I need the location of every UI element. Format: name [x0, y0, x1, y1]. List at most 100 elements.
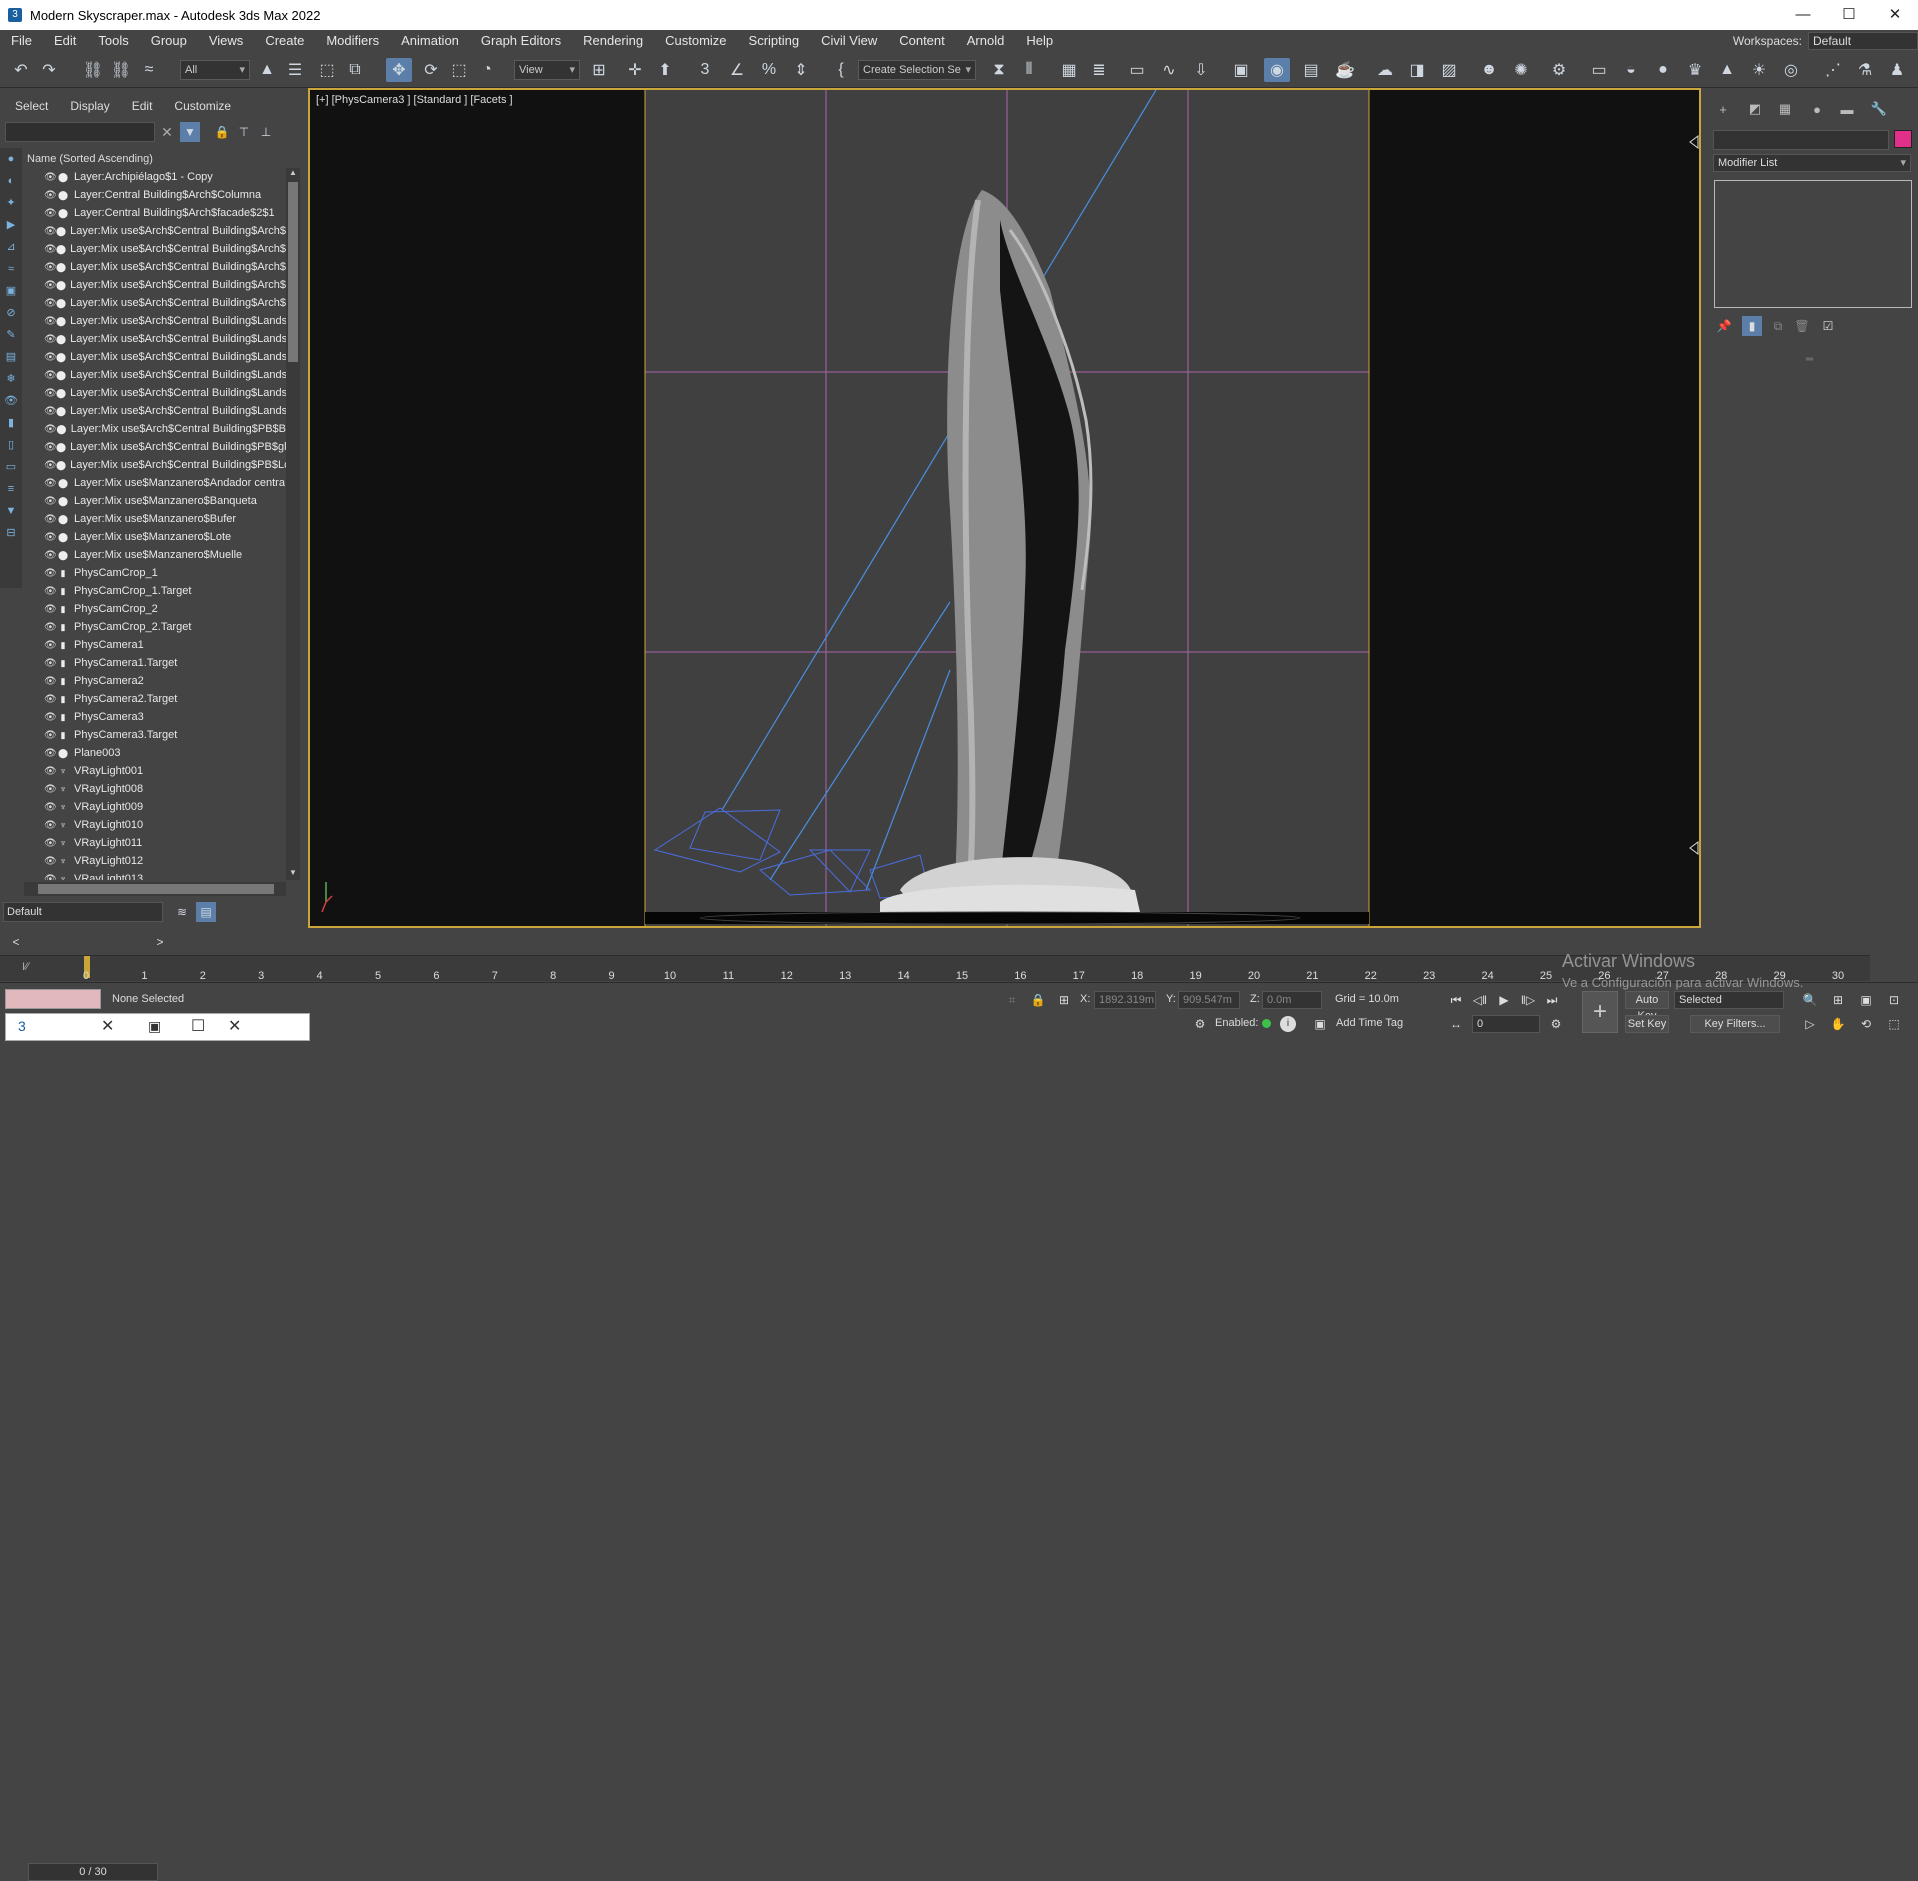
scene-explorer-icon[interactable]: ▦: [1056, 58, 1082, 82]
vray-scene-icon[interactable]: ♟: [1884, 58, 1910, 82]
add-time-tag[interactable]: Add Time Tag: [1336, 1017, 1403, 1029]
select-object-icon[interactable]: ▲: [254, 58, 280, 82]
hierarchy-icon[interactable]: ⊤: [234, 122, 254, 142]
list-item[interactable]: 👁 ▮ PhysCamCrop_1.Target: [24, 582, 286, 600]
render-production-icon[interactable]: ☁: [1372, 58, 1398, 82]
time-next-icon[interactable]: >: [150, 933, 170, 951]
list-item[interactable]: 👁 ⬤ Layer:Central Building$Arch$facade$2$1: [24, 204, 286, 222]
list-item[interactable]: 👁 ▮ PhysCamera3.Target: [24, 726, 286, 744]
explorer-column-header[interactable]: Name (Sorted Ascending): [24, 150, 289, 168]
hscroll-thumb[interactable]: [38, 884, 274, 894]
visibility-icon[interactable]: 👁: [44, 784, 57, 795]
isolate-selection-icon[interactable]: ⌗: [1002, 991, 1022, 1009]
visibility-icon[interactable]: 👁: [44, 478, 57, 489]
list-item[interactable]: 👁 ⬤ Layer:Mix use$Arch$Central Building$PB…: [24, 456, 286, 474]
reference-coordinate-dropdown[interactable]: View: [514, 60, 580, 80]
display-hidden-icon[interactable]: 👁: [0, 390, 22, 412]
menu-animation[interactable]: Animation: [390, 30, 470, 52]
explorer-tab-customize[interactable]: Customize: [159, 96, 238, 116]
select-by-name-icon[interactable]: ☰: [282, 58, 308, 82]
list-item[interactable]: 👁 ♆ VRayLight001: [24, 762, 286, 780]
named-selection-dropdown[interactable]: Create Selection Se: [858, 60, 976, 80]
selection-lock-icon[interactable]: 🔒: [1028, 991, 1048, 1009]
select-rotate-icon[interactable]: ⟳: [418, 58, 444, 82]
menu-tools[interactable]: Tools: [87, 30, 139, 52]
play-icon[interactable]: ▶: [1494, 991, 1514, 1009]
close-button[interactable]: ✕: [1872, 0, 1918, 30]
explorer-vertical-scrollbar[interactable]: ▲ ▼: [286, 168, 300, 880]
key-filters-button[interactable]: Key Filters...: [1690, 1015, 1780, 1033]
list-item[interactable]: 👁 ⬤ Layer:Mix use$Manzanero$Muelle: [24, 546, 286, 564]
render-frame-window-icon[interactable]: ▨: [1436, 58, 1462, 82]
rectangular-selection-icon[interactable]: ⬚: [314, 58, 340, 82]
menu-content[interactable]: Content: [888, 30, 956, 52]
menu-rendering[interactable]: Rendering: [572, 30, 654, 52]
list-item[interactable]: 👁 ▮ PhysCamera3: [24, 708, 286, 726]
visibility-icon[interactable]: 👁: [44, 370, 57, 381]
zoom-extents-all-icon[interactable]: ⊡: [1884, 991, 1904, 1009]
menu-modifiers[interactable]: Modifiers: [315, 30, 390, 52]
scroll-thumb[interactable]: [288, 182, 298, 362]
material-editor-icon[interactable]: ◉: [1264, 58, 1290, 82]
list-item[interactable]: 👁 ⬤ Layer:Central Building$Arch$Columna: [24, 186, 286, 204]
hierarchy-tab-icon[interactable]: ▦: [1774, 98, 1796, 120]
list-item[interactable]: 👁 ⬤ Layer:Mix use$Arch$Central Building$La…: [24, 384, 286, 402]
rendered-frame-icon[interactable]: ☕: [1332, 58, 1358, 82]
layer-hierarchy-icon[interactable]: ⊥: [256, 122, 276, 142]
window-crossing-icon[interactable]: ⧉: [342, 58, 368, 82]
selection-filter-dropdown[interactable]: All: [180, 60, 250, 80]
y-coordinate-field[interactable]: 909.547m: [1178, 991, 1240, 1009]
visibility-icon[interactable]: 👁: [44, 532, 57, 543]
info-icon[interactable]: i: [1280, 1016, 1296, 1032]
align-icon[interactable]: ⫴: [1016, 58, 1042, 82]
list-item[interactable]: 👁 ▮ PhysCamCrop_1: [24, 564, 286, 582]
display-lights-icon[interactable]: ✦: [0, 192, 22, 214]
list-item[interactable]: 👁 ⬤ Layer:Mix use$Arch$Central Building$PB…: [24, 438, 286, 456]
pin-stack-icon[interactable]: 📌: [1714, 316, 1734, 336]
vray-toolbar-icon[interactable]: ✺: [1508, 58, 1534, 82]
layer-dropdown[interactable]: Default: [3, 902, 163, 922]
display-helpers-icon[interactable]: ⊿: [0, 236, 22, 258]
scroll-down-icon[interactable]: ▼: [286, 868, 300, 880]
layer-stack-icon[interactable]: ≋: [172, 902, 192, 922]
select-manipulate-icon[interactable]: ✛: [622, 58, 648, 82]
z-coordinate-field[interactable]: 0.0m: [1262, 991, 1322, 1009]
motion-tab-icon[interactable]: ●: [1806, 98, 1828, 120]
list-item[interactable]: 👁 ▮ PhysCamera2: [24, 672, 286, 690]
visibility-icon[interactable]: 👁: [44, 334, 57, 345]
set-keys-button[interactable]: +: [1582, 991, 1618, 1033]
visibility-icon[interactable]: 👁: [44, 838, 57, 849]
filter-icon[interactable]: ▼: [180, 122, 200, 142]
visibility-icon[interactable]: 👁: [44, 766, 57, 777]
orbit-icon[interactable]: ⟲: [1856, 1015, 1876, 1033]
menu-arnold[interactable]: Arnold: [956, 30, 1016, 52]
undo-icon[interactable]: ↶: [8, 58, 34, 82]
mini-curve-editor-icon[interactable]: I⁄⁄: [22, 961, 29, 973]
enabled-dot-icon[interactable]: [1262, 1019, 1271, 1028]
set-key-button[interactable]: Set Key: [1625, 1015, 1669, 1033]
explorer-horizontal-scrollbar[interactable]: [24, 882, 286, 896]
vray-ies-light-icon[interactable]: ♛: [1682, 58, 1708, 82]
list-item[interactable]: 👁 ▮ PhysCamera1: [24, 636, 286, 654]
explorer-tab-select[interactable]: Select: [0, 96, 55, 116]
menu-file[interactable]: File: [0, 30, 43, 52]
list-item[interactable]: 👁 ⬤ Layer:Mix use$Arch$Central Building$La…: [24, 348, 286, 366]
display-xrefs-icon[interactable]: ⊘: [0, 302, 22, 324]
pivot-center-icon[interactable]: ⊞: [586, 58, 612, 82]
vray-mesh-light-icon[interactable]: ▲: [1714, 58, 1740, 82]
percent-snap-icon[interactable]: %: [756, 58, 782, 82]
absolute-mode-icon[interactable]: ⊞: [1054, 991, 1074, 1009]
previous-frame-icon[interactable]: ◁‖: [1470, 991, 1490, 1009]
vray-ambient-light-icon[interactable]: ◎: [1778, 58, 1804, 82]
explorer-tab-edit[interactable]: Edit: [117, 96, 160, 116]
list-item[interactable]: 👁 ⬤ Layer:Mix use$Arch$Central Building$La…: [24, 366, 286, 384]
zoom-all-icon[interactable]: ⊞: [1828, 991, 1848, 1009]
select-move-icon[interactable]: ✥: [386, 58, 412, 82]
list-item[interactable]: 👁 ⬤ Layer:Mix use$Arch$Central Building$La…: [24, 312, 286, 330]
zoom-extents-icon[interactable]: ▣: [1856, 991, 1876, 1009]
visibility-icon[interactable]: 👁: [44, 640, 57, 651]
adaptive-degradation-icon[interactable]: ⚙: [1190, 1015, 1210, 1033]
list-item[interactable]: 👁 ⬤ Layer:Mix use$Manzanero$Lote: [24, 528, 286, 546]
next-frame-icon[interactable]: ‖▷: [1518, 991, 1538, 1009]
utilities-tab-icon[interactable]: 🔧: [1868, 98, 1890, 120]
